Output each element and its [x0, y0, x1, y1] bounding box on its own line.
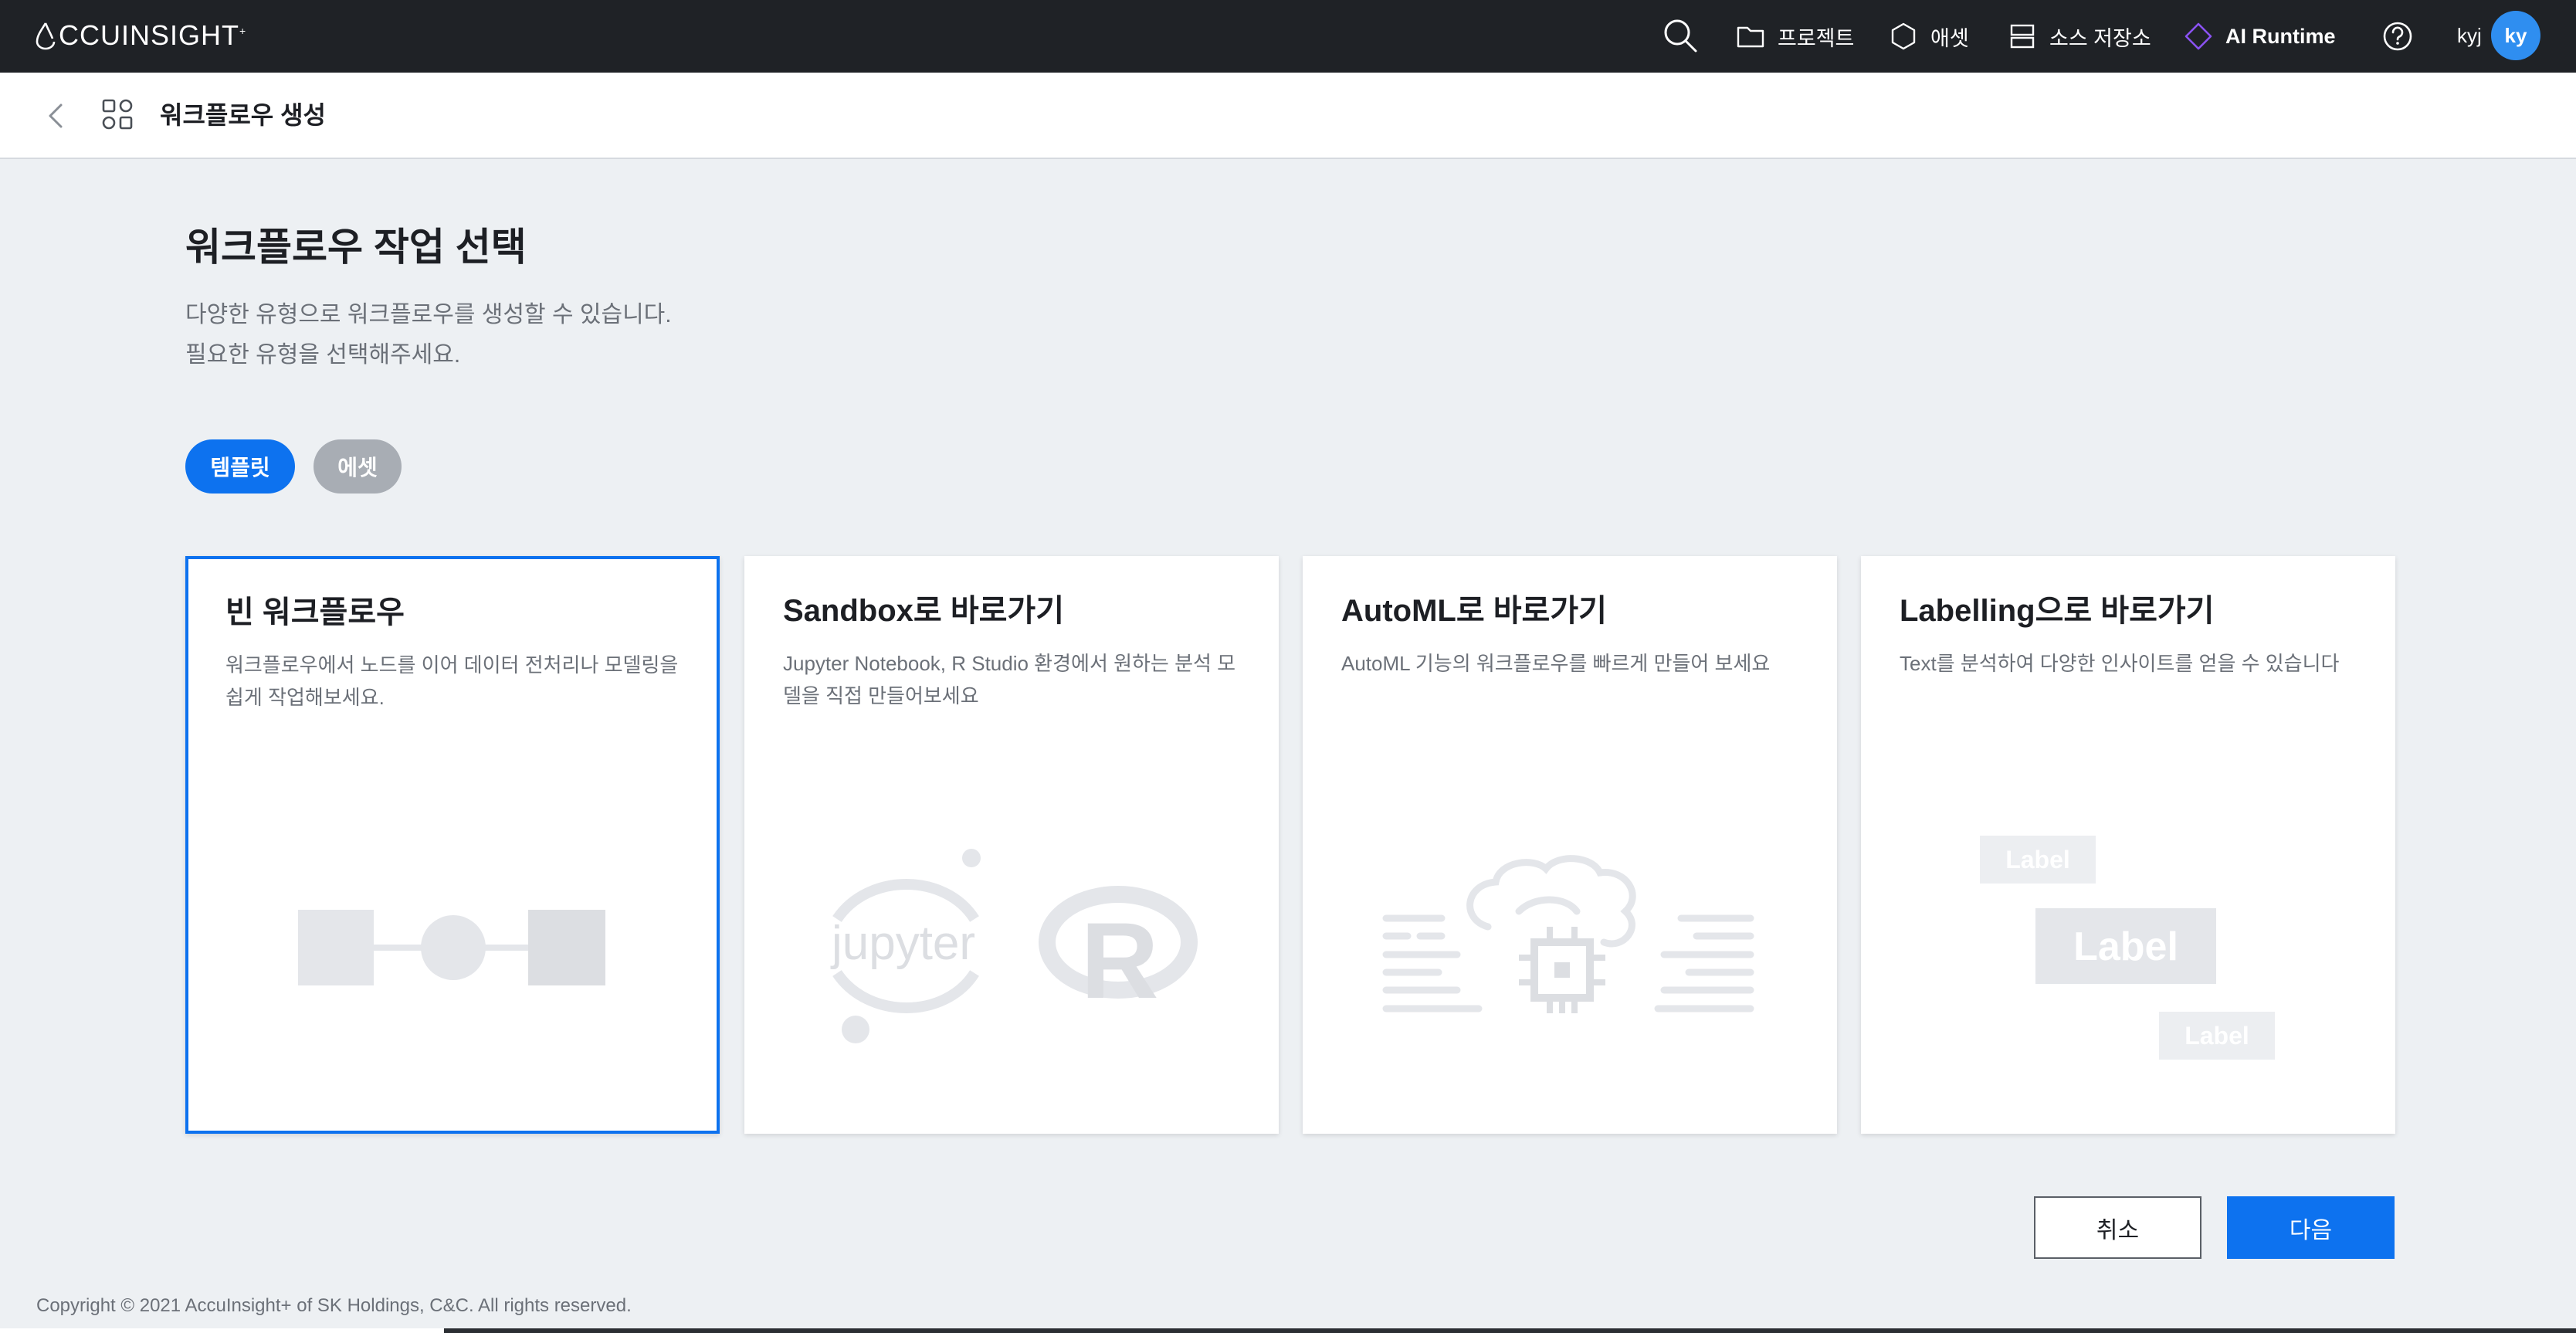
card-title: 빈 워크플로우 — [225, 595, 405, 629]
page-description-line-1: 다양한 유형으로 워크플로우를 생성할 수 있습니다. — [185, 302, 672, 327]
label-tag-small-bottom: Label — [2185, 1022, 2249, 1050]
diamond-icon — [2185, 22, 2212, 50]
chip-icon — [1519, 927, 1605, 1013]
help-button[interactable] — [2381, 19, 2415, 53]
page-description: 다양한 유형으로 워크플로우를 생성할 수 있습니다. 필요한 유형을 선택해주… — [185, 295, 672, 375]
page-title: 워크플로우 작업 선택 — [185, 226, 527, 269]
card-empty-workflow[interactable]: 빈 워크플로우 워크플로우에서 노드를 이어 데이터 전처리나 모델링을 쉽게 … — [185, 556, 720, 1134]
question-circle-icon — [2383, 22, 2412, 51]
card-title: Sandbox로 바로가기 — [783, 594, 1065, 628]
card-sandbox[interactable]: Sandbox로 바로가기 Jupyter Notebook, R Studio… — [744, 556, 1279, 1134]
card-title: Labelling으로 바로가기 — [1900, 594, 2215, 628]
scrollbar-thumb[interactable] — [0, 1328, 444, 1333]
card-automl[interactable]: AutoML로 바로가기 AutoML 기능의 워크플로우를 빠르게 만들어 보… — [1303, 556, 1837, 1134]
label-tags-illustration: Label Label Label — [1980, 836, 2275, 1060]
workflow-icon — [100, 97, 134, 131]
nav-source-repository[interactable]: 소스 저장소 — [2008, 20, 2151, 53]
nav-source-repository-label: 소스 저장소 — [2049, 26, 2151, 50]
avatar[interactable]: ky — [2491, 11, 2540, 60]
nav-ai-runtime-label: AI Runtime — [2225, 24, 2336, 48]
jupyter-text: jupyter — [830, 917, 975, 970]
card-title: AutoML로 바로가기 — [1341, 594, 1607, 628]
logo-text: CCUINSIGHT+ — [59, 19, 247, 51]
card-labelling[interactable]: Labelling으로 바로가기 Text를 분석하여 다양한 인사이트를 얻을… — [1861, 556, 2395, 1134]
horizontal-scrollbar[interactable] — [0, 1328, 2576, 1333]
footer-copyright: Copyright © 2021 AccuInsight+ of SK Hold… — [36, 1295, 632, 1316]
user-name[interactable]: kyj — [2457, 24, 2482, 48]
page-header-title: 워크플로우 생성 — [160, 101, 326, 129]
r-logo: R — [1039, 886, 1198, 1021]
nav-projects[interactable]: 프로젝트 — [1736, 20, 1854, 53]
card-description: Text를 분석하여 다양한 인사이트를 얻을 수 있습니다 — [1900, 652, 2340, 675]
accuinsight-logo[interactable]: CCUINSIGHT+ — [34, 17, 246, 54]
chevron-left-icon — [49, 103, 63, 128]
back-button[interactable] — [40, 99, 74, 133]
folder-icon — [1737, 26, 1764, 48]
search-button[interactable] — [1662, 17, 1700, 56]
tab-template[interactable]: 템플릿 — [185, 439, 295, 494]
hexagon-icon — [1891, 22, 1916, 50]
cancel-button[interactable]: 취소 — [2034, 1196, 2201, 1259]
logo-mark-icon — [36, 22, 56, 50]
next-button[interactable]: 다음 — [2227, 1196, 2395, 1259]
jupyter-logo: jupyter — [830, 849, 981, 1043]
card-description: Jupyter Notebook, R Studio 환경에서 원하는 분석 모… — [783, 652, 1236, 707]
search-icon — [1664, 19, 1697, 53]
page-description-line-2: 필요한 유형을 선택해주세요. — [185, 342, 461, 368]
card-description: AutoML 기능의 워크플로우를 빠르게 만들어 보세요 — [1341, 652, 1771, 675]
nav-assets[interactable]: 애셋 — [1889, 20, 1969, 53]
label-tag-small-top: Label — [2005, 846, 2070, 873]
label-tag-large: Label — [2073, 924, 2178, 969]
automl-brain-chip-illustration — [1382, 855, 1754, 1013]
r-text: R — [1080, 900, 1158, 1021]
top-navigation-bar: CCUINSIGHT+ 프로젝트 애셋 소스 저장소 AI Runtime ky… — [0, 0, 2576, 73]
storage-icon — [2010, 24, 2035, 49]
tab-asset[interactable]: 에셋 — [314, 439, 402, 494]
workflow-nodes-illustration — [298, 910, 605, 985]
card-description: 워크플로우에서 노드를 이어 데이터 전처리나 모델링을 쉽게 작업해보세요. — [225, 653, 679, 709]
nav-ai-runtime[interactable]: AI Runtime — [2184, 20, 2336, 53]
jupyter-r-illustration: jupyter R — [830, 849, 1198, 1043]
page-header: 워크플로우 생성 — [0, 73, 2576, 159]
nav-projects-label: 프로젝트 — [1778, 26, 1855, 50]
nav-assets-label: 애셋 — [1930, 26, 1969, 50]
